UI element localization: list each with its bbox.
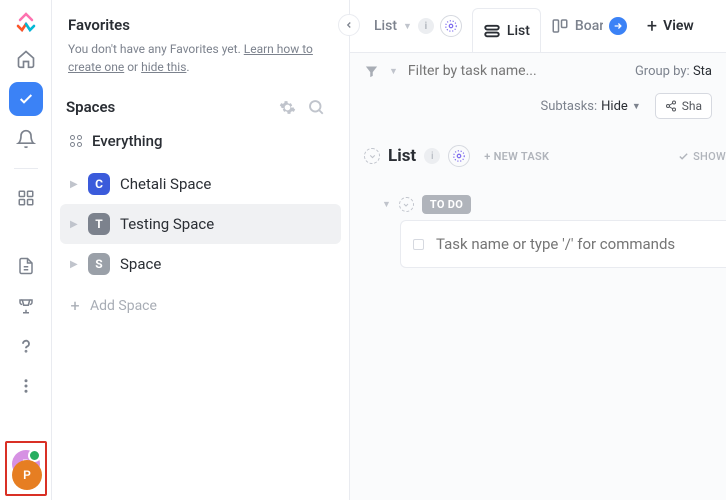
notifications-icon[interactable] [9,122,43,156]
add-space-button[interactable]: + Add Space [60,284,341,327]
ai-icon[interactable] [440,15,462,37]
sub-toolbar: Subtasks: Hide ▼ Sha [350,89,726,133]
breadcrumb-list[interactable]: List ▼ i [364,0,472,52]
docs-icon[interactable] [9,249,43,283]
everything-item[interactable]: Everything [60,124,341,158]
chevron-down-icon: ▼ [382,199,391,210]
spaces-search-icon[interactable] [307,98,335,116]
filter-input[interactable] [408,63,625,79]
user-avatars-highlight[interactable]: P P [5,441,47,496]
spaces-header: Spaces [60,94,341,124]
collapse-sidebar-button[interactable] [338,14,360,36]
space-item[interactable]: ▶ C Chetali Space [60,164,341,204]
info-icon[interactable]: i [424,148,440,164]
help-icon[interactable] [9,329,43,363]
space-name: Chetali Space [120,175,211,193]
arrow-right-icon[interactable] [609,17,627,35]
space-name: Space [120,255,161,273]
favorites-empty-text: You don't have any Favorites yet. Learn … [60,40,341,94]
chevron-right-icon[interactable]: ▶ [70,179,78,190]
list-title: List [388,146,416,166]
chevron-right-icon[interactable]: ▶ [70,219,78,230]
new-task-button[interactable]: + NEW TASK [484,150,549,163]
status-group-header[interactable]: ▼ TO DO [364,195,726,214]
status-circle-icon [399,197,414,212]
chevron-down-icon: ▼ [403,21,412,32]
show-closed-toggle[interactable]: SHOW [678,150,726,163]
plus-icon: + [647,16,657,37]
chevron-right-icon[interactable]: ▶ [70,259,78,270]
list-view-icon [483,22,501,40]
icon-rail: P P [0,0,52,500]
apps-icon[interactable] [9,181,43,215]
clickup-logo-icon[interactable] [12,8,40,36]
space-name: Testing Space [120,215,214,233]
space-badge: T [88,213,110,235]
new-task-row[interactable] [400,220,726,268]
spaces-heading: Spaces [66,98,279,116]
spaces-settings-icon[interactable] [279,99,307,116]
tab-board[interactable]: Board [541,0,637,52]
add-view-button[interactable]: + View [637,0,704,52]
everything-icon [70,135,82,147]
rail-separator [14,168,38,169]
avatar[interactable]: P [12,460,42,490]
checkbox-icon[interactable] [413,239,424,250]
space-item[interactable]: ▶ T Testing Space [60,204,341,244]
toolbar: ▼ Group by: Sta [350,52,726,89]
space-badge: C [88,173,110,195]
list-header: List i + NEW TASK SHOW [364,139,726,183]
chevron-down-icon[interactable]: ▼ [389,66,398,77]
more-icon[interactable] [9,369,43,403]
favorites-heading: Favorites [60,12,341,40]
view-tabs: List ▼ i List Board [350,0,726,52]
tab-list[interactable]: List [472,8,541,52]
ai-icon[interactable] [448,145,470,167]
home-icon[interactable] [9,42,43,76]
space-badge: S [88,253,110,275]
favorites-hide-link[interactable]: hide this [141,60,186,74]
sidebar: Favorites You don't have any Favorites y… [52,0,350,500]
group-by-label: Group by: Sta [635,64,712,79]
subtasks-toggle[interactable]: Subtasks: Hide ▼ [540,99,640,114]
main-panel: List ▼ i List Board [350,0,726,500]
task-name-input[interactable] [436,235,714,253]
filter-icon[interactable] [364,64,379,79]
expand-toggle-icon[interactable] [364,148,380,164]
board-view-icon [551,17,569,35]
chevron-down-icon: ▼ [632,101,641,112]
info-icon[interactable]: i [418,18,434,34]
share-button[interactable]: Sha [655,93,712,119]
plus-icon: + [70,296,80,315]
status-label: TO DO [422,195,471,214]
goals-icon[interactable] [9,289,43,323]
tasks-icon[interactable] [9,82,43,116]
space-item[interactable]: ▶ S Space [60,244,341,284]
